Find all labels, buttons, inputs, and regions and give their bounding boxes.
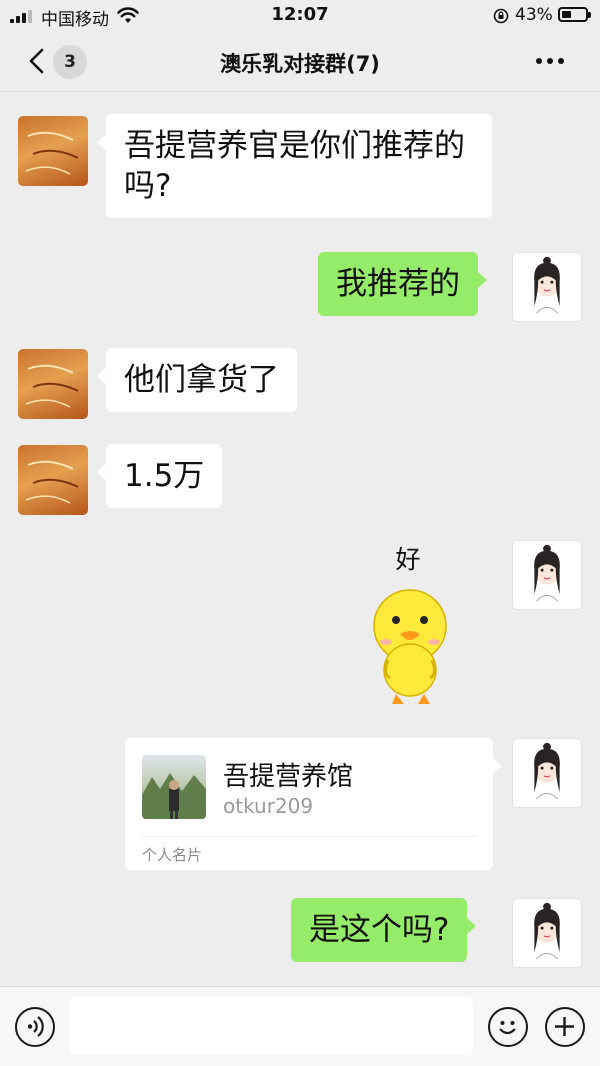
voice-icon[interactable] [15, 1007, 55, 1047]
input-bar [0, 986, 600, 1066]
contact-avatar[interactable] [18, 349, 88, 419]
battery-icon [558, 7, 591, 22]
message-bubble[interactable]: 他们拿货了 [97, 348, 297, 412]
emoji-icon[interactable] [488, 1007, 528, 1047]
plus-icon[interactable] [545, 1007, 585, 1047]
orientation-lock-icon [493, 8, 509, 24]
message-bubble[interactable]: 我推荐的 [318, 252, 487, 316]
my-avatar[interactable] [512, 898, 582, 968]
contact-avatar[interactable] [18, 116, 88, 186]
message-bubble[interactable]: 吾提营养官是你们推荐的吗? [97, 114, 492, 218]
yellow-duck-sticker[interactable]: 好 [352, 540, 464, 710]
chat-title: 澳乐乳对接群(7) [220, 52, 380, 76]
message-bubble[interactable]: 1.5万 [96, 444, 223, 508]
battery-percent: 43% [515, 5, 553, 25]
divider [142, 836, 476, 837]
my-avatar[interactable] [512, 738, 582, 808]
contact-card-type: 个人名片 [142, 846, 203, 864]
status-bar: 中国移动 12:07 43% [0, 0, 600, 32]
chat-header: 3 澳乐乳对接群(7) [0, 32, 600, 92]
sticker-caption: 好 [395, 545, 421, 574]
my-avatar[interactable] [512, 252, 582, 322]
more-dots-icon[interactable] [536, 58, 572, 68]
message-bubble[interactable]: 是这个吗? [291, 898, 477, 962]
clock: 12:07 [271, 4, 329, 25]
contact-avatar[interactable] [18, 445, 88, 515]
message-input[interactable] [69, 997, 473, 1055]
my-avatar[interactable] [512, 540, 582, 610]
contact-card-account: otkur209 [223, 794, 314, 818]
contact-card-name: 吾提营养馆 [223, 762, 354, 792]
contact-card[interactable]: 吾提营养馆 otkur209 个人名片 [125, 738, 502, 870]
contact-card-photo [142, 755, 206, 819]
